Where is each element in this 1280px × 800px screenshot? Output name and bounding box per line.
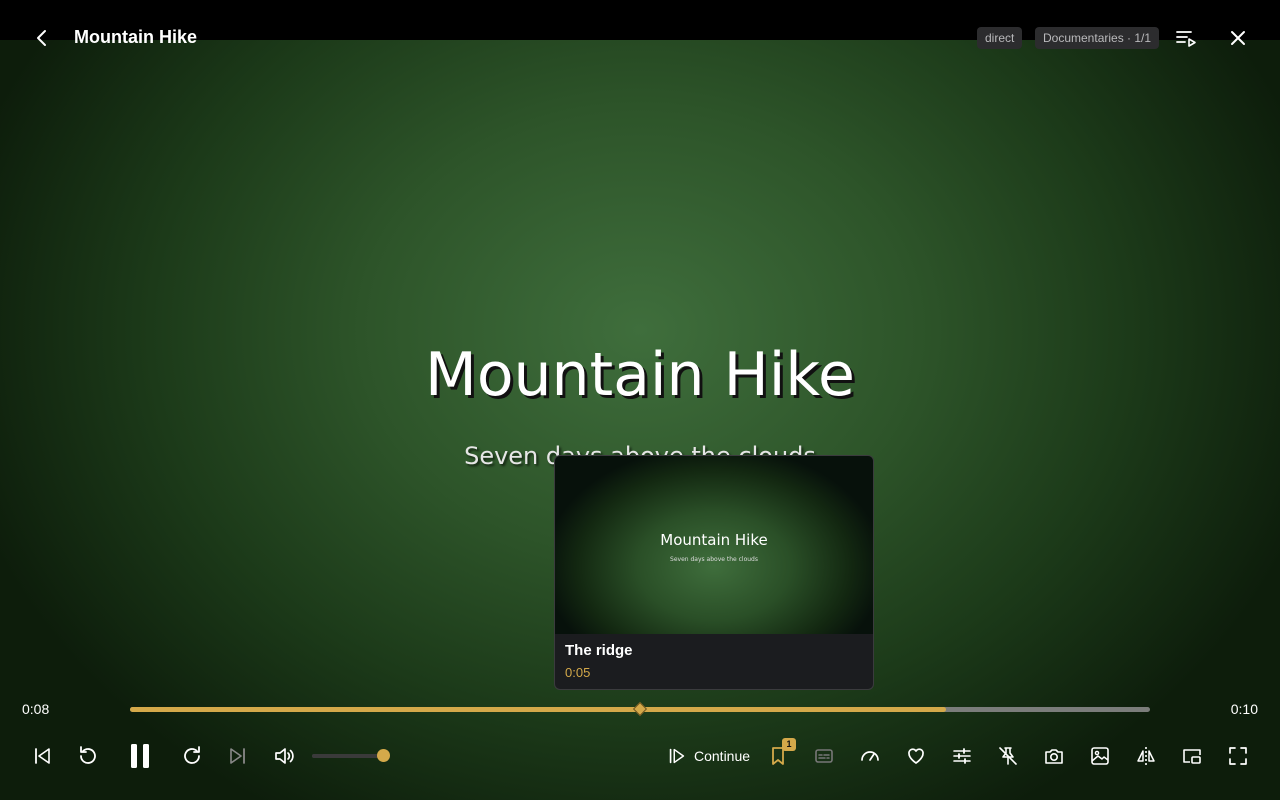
skip-next-button[interactable]: [226, 744, 250, 768]
flip-icon: [1137, 747, 1155, 765]
skip-previous-button[interactable]: [30, 744, 54, 768]
playlist-button[interactable]: [1174, 26, 1198, 50]
subtitles-icon: [815, 749, 833, 763]
fullscreen-button[interactable]: [1226, 744, 1250, 768]
volume-icon: [275, 748, 294, 764]
volume-knob[interactable]: [377, 749, 390, 762]
close-icon: [1231, 31, 1245, 45]
forward-button[interactable]: [180, 744, 204, 768]
pause-button[interactable]: [126, 741, 154, 771]
volume-level: [312, 754, 384, 758]
flip-button[interactable]: [1134, 744, 1158, 768]
image-button[interactable]: [1088, 744, 1112, 768]
volume-button[interactable]: [272, 744, 296, 768]
video-title-overlay: Mountain Hike: [425, 340, 855, 410]
chapter-name: The ridge: [565, 642, 633, 659]
back-icon: [37, 30, 46, 46]
subtitles-button[interactable]: [812, 744, 836, 768]
back-button[interactable]: [30, 26, 54, 50]
skip-previous-icon: [35, 748, 50, 764]
current-time: 0:08: [22, 701, 50, 717]
seek-bar[interactable]: [130, 701, 1150, 717]
speed-button[interactable]: [858, 744, 882, 768]
picture-in-picture-icon: [1183, 749, 1201, 764]
bookmark-count-badge: 1: [782, 738, 796, 751]
favorite-button[interactable]: [904, 744, 928, 768]
chapter-preview: Mountain Hike Seven days above the cloud…: [554, 455, 874, 690]
pause-icon: [131, 744, 149, 768]
preview-info: The ridge 0:05: [555, 634, 873, 688]
chapter-time: 0:05: [565, 665, 591, 680]
forward-icon: [184, 746, 200, 764]
volume-slider[interactable]: [312, 754, 384, 758]
screenshot-button[interactable]: [1042, 744, 1066, 768]
continue-label: Continue: [694, 748, 751, 764]
pin-off-icon: [999, 747, 1017, 765]
thumbnail-subtitle: Seven days above the clouds: [670, 556, 758, 563]
seek-bar-played: [130, 707, 946, 712]
close-button[interactable]: [1226, 26, 1250, 50]
rewind-icon: [80, 746, 96, 764]
fullscreen-icon: [1229, 747, 1247, 765]
speed-icon: [861, 751, 879, 761]
picture-in-picture-button[interactable]: [1180, 744, 1204, 768]
page-title: Mountain Hike: [74, 27, 198, 47]
skip-next-icon: [230, 748, 245, 764]
total-time: 0:10: [1230, 701, 1258, 717]
playlist-icon: [1176, 31, 1196, 47]
preview-thumbnail: Mountain Hike Seven days above the cloud…: [555, 456, 873, 634]
pin-off-button[interactable]: [996, 744, 1020, 768]
heart-icon: [908, 748, 924, 764]
camera-icon: [1045, 749, 1063, 764]
source-badge: direct: [977, 27, 1023, 49]
image-icon: [1091, 747, 1109, 765]
equalizer-button[interactable]: [950, 744, 974, 768]
continue-button[interactable]: Continue: [666, 744, 750, 768]
rewind-button[interactable]: [76, 744, 100, 768]
continue-icon: [669, 748, 685, 764]
thumbnail-title: Mountain Hike: [660, 531, 768, 549]
equalizer-icon: [953, 748, 971, 764]
playlist-badge[interactable]: Documentaries · 1/1: [1035, 27, 1160, 49]
